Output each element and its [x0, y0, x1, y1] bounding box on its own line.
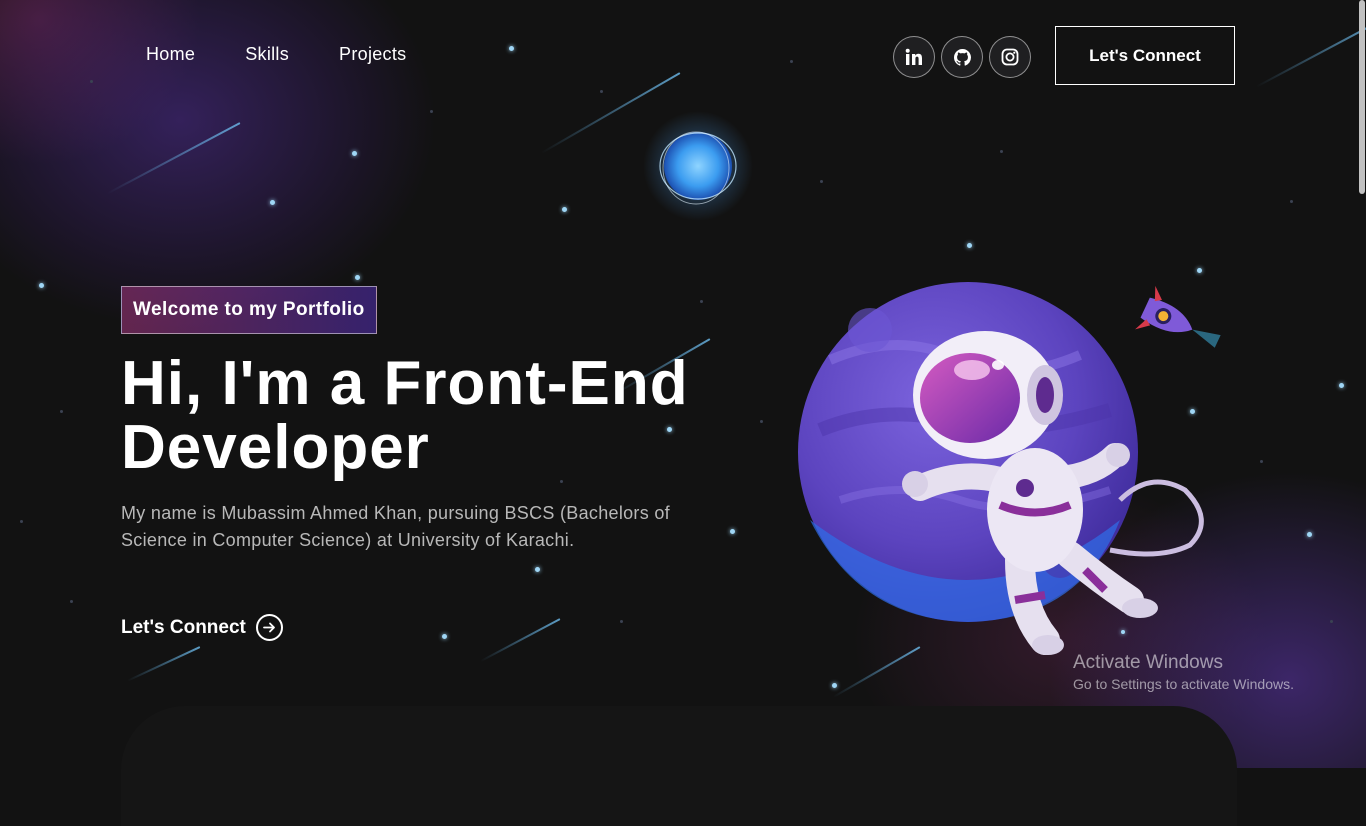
cta-label: Let's Connect	[121, 616, 246, 638]
instagram-icon	[1001, 48, 1019, 66]
hero-headline: Hi, I'm a Front-End Developer	[121, 352, 741, 480]
blue-orb	[643, 111, 753, 221]
social-links	[893, 36, 1031, 78]
watermark-title: Activate Windows	[1073, 652, 1223, 673]
nav-link-skills[interactable]: Skills	[245, 44, 289, 65]
instagram-button[interactable]	[989, 36, 1031, 78]
hero-description: My name is Mubassim Ahmed Khan, pursuing…	[121, 503, 670, 550]
welcome-tagline: Welcome to my Portfolio	[121, 286, 377, 334]
github-icon	[953, 48, 971, 66]
github-button[interactable]	[941, 36, 983, 78]
main-navigation: Home Skills Projects	[146, 44, 456, 65]
rocket-illustration	[1135, 285, 1221, 348]
windows-activation-watermark: Activate Windows Go to Settings to activ…	[1073, 652, 1294, 692]
nav-link-home[interactable]: Home	[146, 44, 195, 65]
headline-line-1: Hi, I'm a Front-End	[121, 349, 689, 418]
lets-connect-cta[interactable]: Let's Connect	[121, 614, 283, 641]
watermark-subtitle: Go to Settings to activate Windows.	[1073, 676, 1294, 692]
next-section-panel	[121, 706, 1237, 826]
page-scrollbar[interactable]	[1358, 0, 1366, 768]
linkedin-button[interactable]	[893, 36, 935, 78]
nav-link-projects[interactable]: Projects	[339, 44, 406, 65]
linkedin-icon	[905, 48, 922, 65]
lets-connect-button[interactable]: Let's Connect	[1055, 26, 1235, 85]
arrow-right-circle-icon	[255, 614, 283, 641]
headline-line-2: Developer	[121, 413, 430, 482]
scrollbar-thumb[interactable]	[1359, 0, 1365, 194]
